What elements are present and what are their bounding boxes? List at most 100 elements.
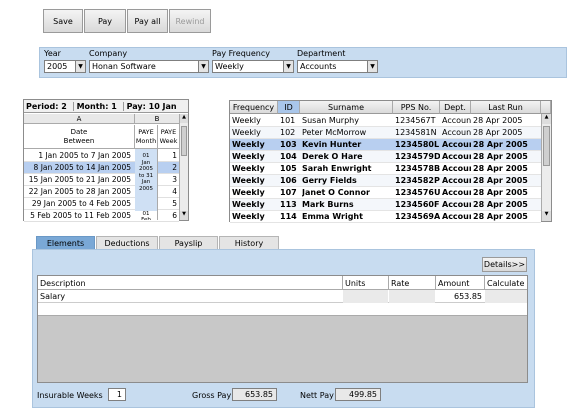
employee-pps: 1234582P xyxy=(395,176,440,185)
employee-id: 114 xyxy=(280,212,297,221)
employee-pps: 1234567T xyxy=(395,116,436,125)
period-calendar: Period: 2 Month: 1 Pay: 10 Jan 2005 A B … xyxy=(23,99,189,222)
chevron-down-icon: ▼ xyxy=(198,61,208,72)
employee-pps: 1234569A xyxy=(395,212,440,221)
tab-history[interactable]: History xyxy=(219,236,279,249)
date-between-header: Date Between xyxy=(24,125,135,149)
year-value: 2005 xyxy=(47,62,68,71)
save-button[interactable]: Save xyxy=(43,9,83,33)
scroll-down-icon[interactable]: ▼ xyxy=(180,211,188,220)
col-pps[interactable]: PPS No. xyxy=(393,101,440,114)
employee-last-run: 28 Apr 2005 xyxy=(473,200,528,209)
gross-pay-label: Gross Pay xyxy=(192,391,232,400)
row-amount: 653.85 xyxy=(454,292,482,301)
employee-surname: Sarah Enwright xyxy=(302,164,372,173)
employee-frequency: Weekly xyxy=(232,200,265,209)
paye-week-header: PAYE Week xyxy=(158,125,179,149)
employee-row[interactable]: Weekly 105 Sarah Enwright 1234578BAccoun 12… xyxy=(230,163,541,175)
scroll-down-icon[interactable]: ▼ xyxy=(542,211,551,221)
employee-surname: Janet O Connor xyxy=(302,188,370,197)
calendar-scrollbar[interactable]: ▲ ▼ xyxy=(179,114,188,220)
employee-frequency: Weekly xyxy=(232,128,261,137)
tab-deductions[interactable]: Deductions xyxy=(96,236,158,249)
insurable-weeks-label: Insurable Weeks xyxy=(37,391,103,400)
employee-surname: Peter McMorrow xyxy=(302,128,367,137)
col-calculate: Calculate xyxy=(487,279,525,288)
nett-pay-value: 499.85 xyxy=(335,388,381,401)
pay-frequency-select[interactable]: Weekly ▼ xyxy=(212,60,294,73)
col-units: Units xyxy=(345,279,366,288)
pay-frequency-label: Pay Frequency xyxy=(212,49,270,58)
calendar-paye-week: 4 xyxy=(172,187,177,196)
gross-pay-value: 653.85 xyxy=(232,388,277,401)
col-frequency[interactable]: Frequency xyxy=(230,101,278,114)
calendar-date-range: 8 Jan 2005 to 14 Jan 2005 xyxy=(33,163,131,172)
employee-dept: Accoun 2 xyxy=(442,128,471,137)
employee-surname: Susan Murphy xyxy=(302,116,359,125)
employee-row[interactable]: Weekly 101 Susan Murphy 1234567T Accoun 228 … xyxy=(230,115,541,127)
calendar-paye-week: 6 xyxy=(172,211,177,220)
department-value: Accounts xyxy=(300,62,337,71)
column-b-header: B xyxy=(135,114,179,124)
col-surname[interactable]: Surname xyxy=(300,101,393,114)
employee-pps: 1234580L xyxy=(395,140,440,149)
calendar-paye-week: 3 xyxy=(172,175,177,184)
scroll-up-icon[interactable]: ▲ xyxy=(180,114,188,123)
col-amount: Amount xyxy=(438,279,470,288)
employee-last-run: 28 Apr 2005 xyxy=(473,212,528,221)
calendar-paye-week: 2 xyxy=(172,163,177,172)
paye-month-block-feb: 01 Feb xyxy=(135,211,158,220)
col-dept[interactable]: Dept. xyxy=(440,101,471,114)
employee-surname: Kevin Hunter xyxy=(302,140,362,149)
employee-row[interactable]: Weekly 103 Kevin Hunter 1234580LAccoun 128 … xyxy=(230,139,541,151)
employee-row[interactable]: Weekly 107 Janet O Connor 1234576UAccoun 12… xyxy=(230,187,541,199)
employee-row[interactable]: Weekly 102 Peter McMorrow 1234581N Accoun 22… xyxy=(230,127,541,139)
elements-table: Description Units Rate Amount Calculate … xyxy=(37,275,528,383)
row-calculate[interactable] xyxy=(485,290,527,303)
year-select[interactable]: 2005 ▼ xyxy=(44,60,86,73)
paye-month-block-jan: 01 Jan 2005 to 31 Jan 2005 xyxy=(135,149,158,211)
tab-elements[interactable]: Elements xyxy=(36,236,95,249)
employee-pps: 1234578B xyxy=(395,164,440,173)
table-row-empty[interactable] xyxy=(38,303,527,316)
col-id[interactable]: ID xyxy=(278,101,300,114)
calendar-paye-week: 5 xyxy=(172,199,177,208)
year-label: Year xyxy=(44,49,61,58)
pay-button[interactable]: Pay xyxy=(84,9,126,33)
row-rate[interactable] xyxy=(389,290,435,303)
insurable-weeks-input[interactable]: 1 xyxy=(108,388,126,401)
col-rate: Rate xyxy=(391,279,410,288)
company-select[interactable]: Honan Software ▼ xyxy=(89,60,209,73)
employee-dept: Accoun 1 xyxy=(442,152,471,161)
tab-payslip[interactable]: Payslip xyxy=(159,236,218,249)
month-label: Month: xyxy=(72,102,109,111)
pay-all-button[interactable]: Pay all xyxy=(127,9,168,33)
employee-row[interactable]: Weekly 113 Mark Burns 1234560FAccoun 128 Ap… xyxy=(230,199,541,211)
period-header: Period: 2 Month: 1 Pay: 10 Jan 2005 xyxy=(24,100,188,124)
row-description: Salary xyxy=(40,292,66,301)
employee-row[interactable]: Weekly 106 Gerry Fields 1234582PAccoun 128 … xyxy=(230,175,541,187)
col-description: Description xyxy=(40,279,86,288)
employee-last-run: 28 Apr 2005 xyxy=(473,188,528,197)
scroll-thumb[interactable] xyxy=(543,126,550,166)
employee-row[interactable]: Weekly 114 Emma Wright 1234569AAccoun 128 A… xyxy=(230,211,541,223)
pay-frequency-value: Weekly xyxy=(215,62,244,71)
employee-pps: 1234579D xyxy=(395,152,440,161)
row-units[interactable] xyxy=(343,290,388,303)
employee-row[interactable]: Weekly 104 Derek O Hare 1234579DAccoun 128 … xyxy=(230,151,541,163)
rewind-button[interactable]: Rewind xyxy=(169,9,211,33)
employee-id: 103 xyxy=(280,140,297,149)
calendar-date-range: 5 Feb 2005 to 11 Feb 2005 xyxy=(30,211,131,220)
grid-scrollbar[interactable]: ▲ ▼ xyxy=(541,114,551,221)
col-last-run[interactable]: Last Run xyxy=(471,101,541,114)
department-select[interactable]: Accounts ▼ xyxy=(297,60,378,73)
details-button[interactable]: Details>> xyxy=(482,257,527,272)
chevron-down-icon: ▼ xyxy=(75,61,85,72)
scroll-thumb[interactable] xyxy=(181,126,187,156)
employee-last-run: 28 Apr 2005 xyxy=(473,128,523,137)
scroll-up-icon[interactable]: ▲ xyxy=(542,114,551,124)
employee-surname: Gerry Fields xyxy=(302,176,357,185)
column-a-header: A xyxy=(24,114,135,124)
employee-frequency: Weekly xyxy=(232,152,265,161)
employee-id: 105 xyxy=(280,164,297,173)
